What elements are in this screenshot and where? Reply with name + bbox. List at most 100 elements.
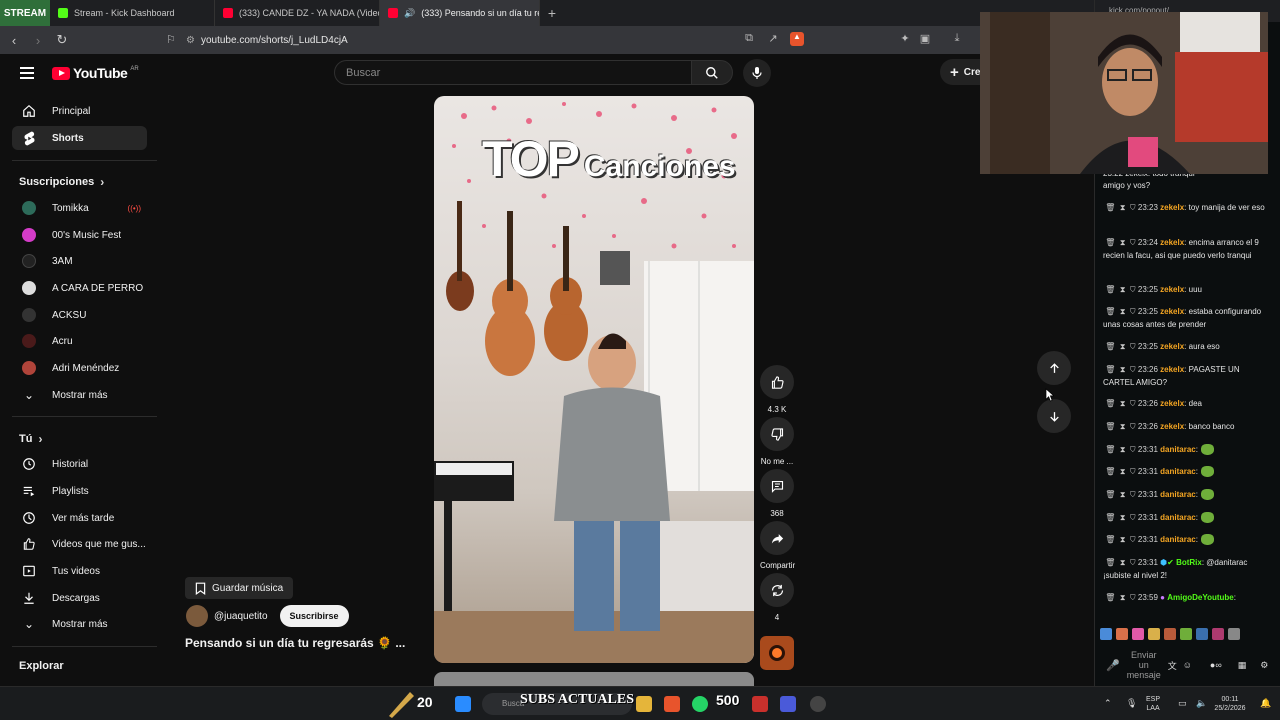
stream-workspace-badge[interactable]: STREAM — [0, 0, 50, 26]
emote-icon[interactable] — [1228, 628, 1240, 640]
sidebar-item-subscription[interactable]: ACKSU — [12, 303, 147, 327]
emote-icon[interactable] — [1212, 628, 1224, 640]
sidebar-item-downloads[interactable]: Descargas — [12, 586, 147, 610]
share-action[interactable]: Compartir — [760, 521, 795, 570]
settings-gear-icon[interactable]: ⚙ — [1260, 660, 1268, 671]
brave-browser-icon[interactable] — [664, 696, 680, 712]
emote-icon[interactable] — [1180, 628, 1192, 640]
sidebar-item-subscription[interactable]: 3AM — [12, 249, 147, 273]
emote-icon[interactable] — [1148, 628, 1160, 640]
share-icon[interactable]: ↗ — [766, 32, 780, 46]
sidebar-item-subscription[interactable]: Adri Menéndez — [12, 356, 147, 380]
short-title[interactable]: Pensando si un día tu regresarás 🌻 ... — [185, 636, 405, 650]
sidebar-item-subscription[interactable]: Tomikka ((•)) — [12, 196, 147, 220]
emote-icon[interactable] — [1164, 628, 1176, 640]
chat-username[interactable]: zekelx — [1160, 422, 1184, 431]
search-input[interactable]: Buscar — [334, 60, 692, 85]
chat-username[interactable]: danitarac — [1160, 535, 1196, 544]
url-field[interactable]: ⚙ youtube.com/shorts/j_LudLD4cjA — [186, 30, 886, 50]
sidebar-item-history[interactable]: Historial — [12, 452, 147, 476]
language-indicator[interactable]: ESP LAA — [1146, 695, 1160, 713]
emote-icon[interactable] — [1116, 628, 1128, 640]
chat-username[interactable]: zekelx — [1160, 307, 1184, 316]
next-short-button[interactable] — [1037, 399, 1071, 433]
previous-short-button[interactable] — [1037, 351, 1071, 385]
translate-icon[interactable]: 文 — [1168, 659, 1177, 672]
youtube-logo[interactable]: YouTube AR — [52, 65, 139, 81]
forward-icon[interactable]: › — [28, 33, 48, 48]
back-icon[interactable]: ‹ — [4, 33, 24, 48]
sidebar-item-shorts[interactable]: Shorts — [12, 126, 147, 150]
emote-icon[interactable] — [1100, 628, 1112, 640]
chat-username[interactable]: zekelx — [1160, 399, 1184, 408]
downloads-icon[interactable]: ⤓ — [950, 32, 964, 46]
next-short-preview[interactable] — [434, 672, 754, 686]
network-icon[interactable]: ▭ — [1178, 699, 1187, 708]
file-explorer-icon[interactable] — [636, 696, 652, 712]
subscribe-button[interactable]: Suscribirse — [279, 605, 349, 627]
tab-youtube-shorts-active[interactable]: 🔊 (333) Pensando si un día tu re ✕ — [380, 0, 540, 26]
chat-username[interactable]: BotRix — [1176, 558, 1202, 567]
chat-username[interactable]: AmigoDeYoutube — [1167, 593, 1234, 602]
comments-action[interactable]: 368 — [760, 469, 794, 518]
emote-icon[interactable] — [1196, 628, 1208, 640]
obs-icon[interactable] — [810, 696, 826, 712]
sound-thumbnail[interactable] — [760, 636, 794, 670]
emoji-icon[interactable]: ☺ — [1183, 660, 1192, 670]
sidebar-toggle-icon[interactable]: ▣ — [918, 32, 932, 46]
subscriptions-section-title[interactable]: Suscripciones › — [19, 175, 104, 189]
notifications-bell-icon[interactable]: 🔔 — [1260, 699, 1271, 708]
reload-icon[interactable]: ↻ — [52, 32, 72, 48]
voice-search-button[interactable] — [743, 59, 771, 87]
site-info-icon[interactable]: ⚙ — [186, 35, 195, 46]
sidebar-item-principal[interactable]: Principal — [12, 99, 147, 123]
you-show-more[interactable]: ⌄ Mostrar más — [12, 612, 147, 636]
chat-username[interactable]: danitarac — [1160, 513, 1196, 522]
store-icon[interactable]: ▦ — [1238, 660, 1247, 671]
tray-mic-icon[interactable]: 🎙 — [1126, 699, 1137, 708]
save-music-button[interactable]: Guardar música — [185, 577, 294, 599]
sidebar-item-subscription[interactable]: Acru — [12, 329, 147, 353]
tray-chevron-up-icon[interactable]: ⌃ — [1104, 699, 1112, 708]
whatsapp-icon[interactable] — [692, 696, 708, 712]
chat-username[interactable]: zekelx — [1160, 342, 1184, 351]
like-action[interactable]: 4.3 K — [760, 365, 794, 414]
brave-shield-icon[interactable]: ▲ — [790, 32, 804, 46]
chat-username[interactable]: zekelx — [1160, 285, 1184, 294]
sidebar-item-your-videos[interactable]: Tus videos — [12, 559, 147, 583]
chat-input[interactable]: 🎤 Enviar un mensaje 文 ☺ ●∞ ▦ ⚙ — [1098, 648, 1276, 682]
extensions-icon[interactable]: ✦ — [898, 32, 912, 46]
chat-username[interactable]: danitarac — [1160, 445, 1196, 454]
new-tab-button[interactable]: + — [540, 5, 564, 21]
search-button[interactable] — [691, 60, 733, 85]
app-icon[interactable] — [752, 696, 768, 712]
channel-handle[interactable]: @juaquetito — [214, 611, 268, 622]
sidebar-item-subscription[interactable]: 00's Music Fest — [12, 223, 147, 247]
tab-youtube-cande[interactable]: (333) CANDE DZ - YA NADA (Video o — [215, 0, 380, 26]
bookmark-icon[interactable]: ⚐ — [166, 33, 176, 46]
dislike-action[interactable]: No me ... — [760, 417, 794, 466]
remix-action[interactable]: 4 — [760, 573, 794, 622]
viewers-icon[interactable]: ●∞ — [1210, 660, 1222, 670]
channel-avatar[interactable] — [186, 605, 208, 627]
sidebar-item-subscription[interactable]: A CARA DE PERRO — [12, 276, 147, 300]
chat-username[interactable]: danitarac — [1160, 490, 1196, 499]
tab-kick-dashboard[interactable]: Stream - Kick Dashboard — [50, 0, 215, 26]
windows-start-icon[interactable] — [455, 696, 471, 712]
subscriptions-show-more[interactable]: ⌄ Mostrar más — [12, 383, 147, 407]
chat-username[interactable]: zekelx — [1160, 203, 1184, 212]
microphone-icon[interactable]: 🎤 — [1106, 659, 1120, 672]
sidebar-item-liked-videos[interactable]: Videos que me gus... — [12, 532, 147, 556]
you-section-title[interactable]: Tú › — [19, 432, 42, 446]
volume-icon[interactable]: 🔈 — [1196, 699, 1207, 708]
app-icon[interactable] — [780, 696, 796, 712]
sidebar-item-playlists[interactable]: Playlists — [12, 479, 147, 503]
chat-username[interactable]: zekelx — [1160, 238, 1184, 247]
chat-username[interactable]: danitarac — [1160, 467, 1196, 476]
chat-username[interactable]: zekelx — [1160, 365, 1184, 374]
open-external-icon[interactable]: ⧉ — [742, 32, 756, 46]
short-video-player[interactable]: TOP Canciones — [434, 96, 754, 663]
sidebar-item-watch-later[interactable]: Ver más tarde — [12, 506, 147, 530]
hamburger-menu-icon[interactable] — [20, 67, 34, 79]
clock[interactable]: 00:11 25/2/2026 — [1212, 695, 1248, 713]
